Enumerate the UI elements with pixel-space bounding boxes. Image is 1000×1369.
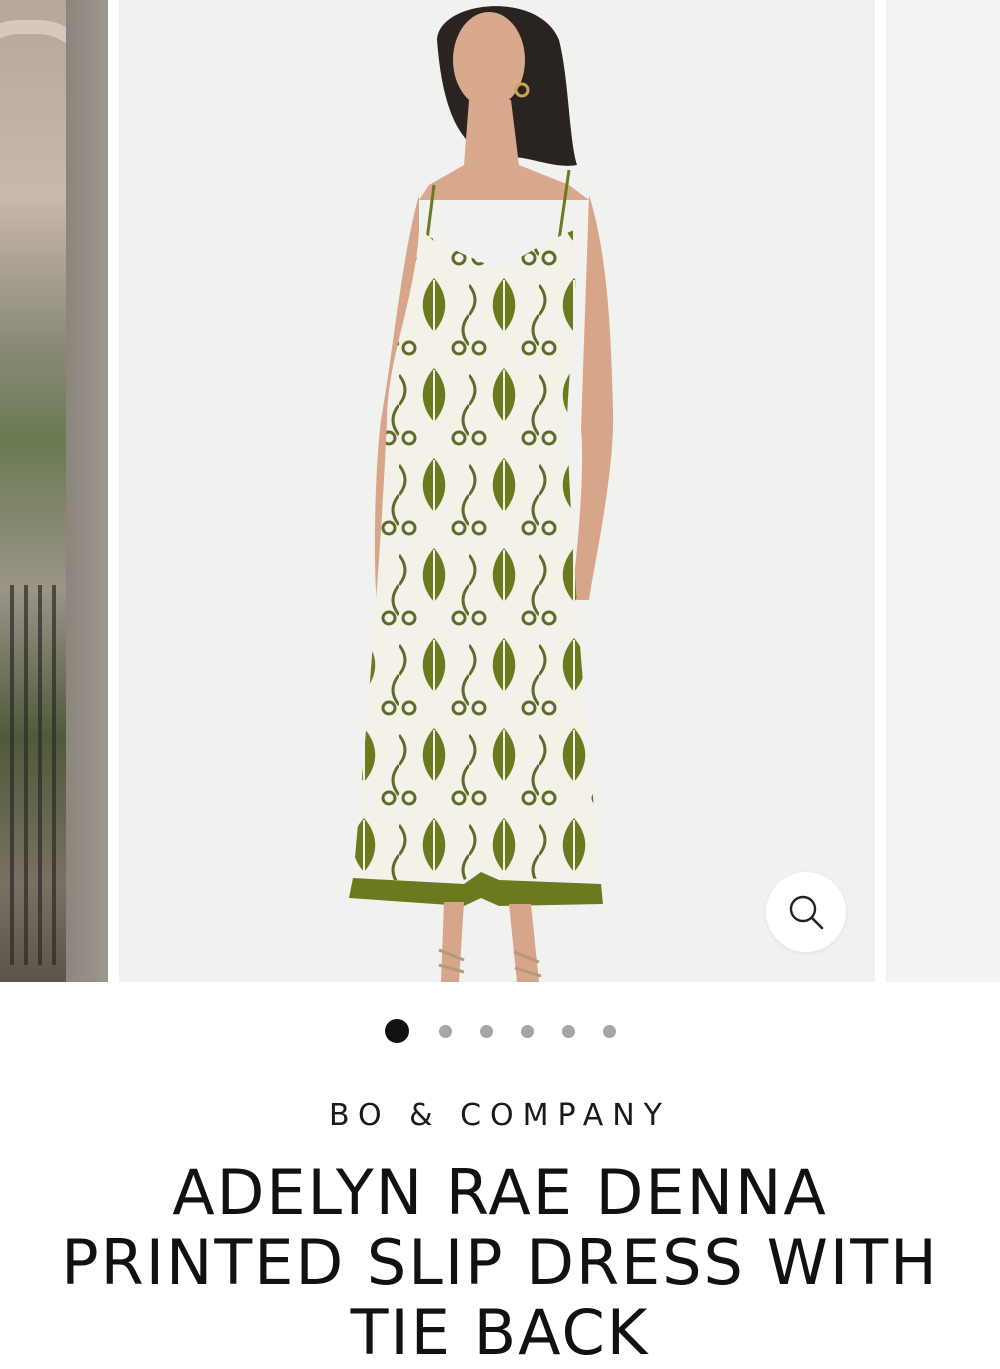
main-product-image[interactable] (119, 0, 875, 982)
pagination-dot-1[interactable] (384, 1019, 409, 1043)
pagination-dot-3[interactable] (479, 1024, 493, 1038)
gallery-pagination (0, 1018, 1000, 1044)
pillar-graphic (66, 0, 108, 982)
product-title: ADELYN RAE DENNA PRINTED SLIP DRESS WITH… (61, 1156, 939, 1369)
pagination-dot-5[interactable] (561, 1024, 575, 1038)
model-dress-illustration (349, 6, 614, 982)
previous-slide-image[interactable] (0, 0, 108, 982)
brand-link[interactable]: BO & COMPANY (0, 1098, 1000, 1133)
product-image-carousel[interactable] (0, 0, 1000, 982)
pagination-dot-2[interactable] (438, 1024, 452, 1038)
railing-graphic (0, 585, 66, 965)
pagination-dot-4[interactable] (520, 1024, 534, 1038)
zoom-button[interactable] (766, 872, 846, 952)
next-slide-image[interactable] (886, 0, 1000, 982)
search-icon (789, 895, 824, 930)
pagination-dot-6[interactable] (602, 1024, 616, 1038)
